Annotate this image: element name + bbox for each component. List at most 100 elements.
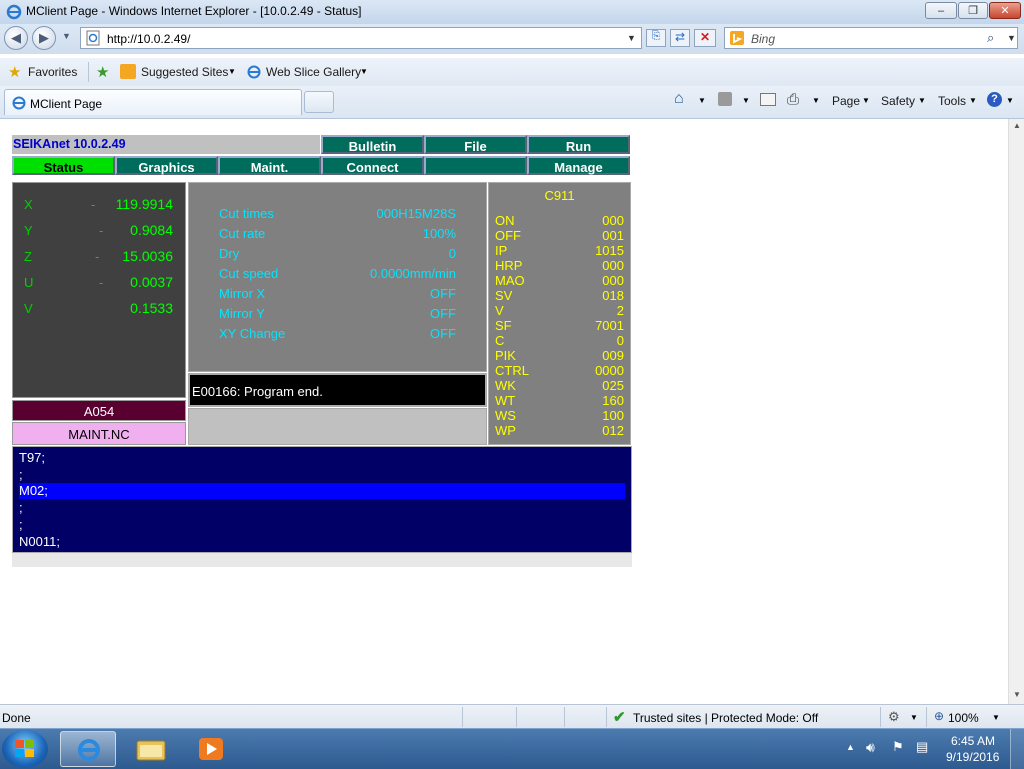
- action-center-icon[interactable]: ⚑: [892, 739, 904, 755]
- history-dropdown-icon[interactable]: ▼: [62, 31, 71, 41]
- security-zone[interactable]: Trusted sites | Protected Mode: Off: [633, 711, 818, 725]
- blank-panel: [188, 408, 487, 445]
- menu-maint-button[interactable]: Maint.: [218, 156, 321, 175]
- start-button[interactable]: [2, 730, 48, 768]
- cut-row: Mirror Y OFF: [189, 305, 486, 325]
- protected-mode-dropdown-icon[interactable]: ▼: [910, 713, 918, 722]
- menu-empty-button[interactable]: [424, 156, 527, 175]
- protected-mode-icon[interactable]: ⚙: [888, 709, 900, 725]
- tools-dropdown-icon[interactable]: ▼: [969, 96, 977, 105]
- zoom-icon[interactable]: ⊕: [934, 709, 944, 723]
- cut-label: Cut rate: [219, 226, 266, 241]
- axis-label: V: [24, 301, 33, 316]
- menu-manage-button[interactable]: Manage: [527, 156, 630, 175]
- safety-menu[interactable]: Safety: [881, 94, 915, 108]
- condition-row: WK 025: [489, 378, 630, 393]
- search-dropdown-icon[interactable]: ▼: [1007, 33, 1016, 43]
- add-favorite-icon[interactable]: ★: [96, 63, 109, 81]
- menu-bulletin-button[interactable]: Bulletin: [321, 135, 424, 154]
- taskbar-internet-explorer[interactable]: [60, 731, 116, 767]
- safety-dropdown-icon[interactable]: ▼: [918, 96, 926, 105]
- page-dropdown-icon[interactable]: ▼: [862, 96, 870, 105]
- code-line-current: M02;: [19, 483, 625, 499]
- address-dropdown-icon[interactable]: ▼: [627, 33, 636, 43]
- menu-file-button[interactable]: File: [424, 135, 527, 154]
- refresh-button[interactable]: ⇄: [670, 29, 690, 47]
- tools-menu[interactable]: Tools: [938, 94, 966, 108]
- scroll-up-icon[interactable]: ▲: [1013, 121, 1021, 130]
- ie-taskbar-icon: [78, 739, 100, 761]
- help-icon[interactable]: ?: [987, 92, 1002, 107]
- page-icon: [86, 30, 100, 46]
- taskbar-media-player[interactable]: [184, 731, 240, 767]
- axis-label: Z: [24, 249, 32, 264]
- cut-row: Mirror X OFF: [189, 285, 486, 305]
- new-tab-button[interactable]: [304, 91, 334, 113]
- web-slice-icon: [247, 65, 261, 79]
- divider: [88, 62, 89, 82]
- show-hidden-icons-icon[interactable]: ▲: [846, 742, 855, 752]
- menu-run-button[interactable]: Run: [527, 135, 630, 154]
- zoom-level[interactable]: 100%: [948, 711, 979, 725]
- axis-label: Y: [24, 223, 33, 238]
- divider: [926, 707, 927, 727]
- web-slice-dropdown-icon[interactable]: ▼: [360, 67, 368, 76]
- zoom-dropdown-icon[interactable]: ▼: [992, 713, 1000, 722]
- stop-button[interactable]: ✕: [694, 29, 716, 47]
- search-placeholder[interactable]: Bing: [751, 32, 775, 46]
- taskbar-explorer[interactable]: [122, 731, 178, 767]
- menu-connect-button[interactable]: Connect: [321, 156, 424, 175]
- back-button[interactable]: ◀: [4, 26, 28, 50]
- suggested-sites-link[interactable]: Suggested Sites: [141, 65, 228, 79]
- condition-row: IP 1015: [489, 243, 630, 258]
- address-url[interactable]: http://10.0.2.49/: [107, 32, 190, 46]
- search-box[interactable]: Bing ⌕ ▼: [724, 27, 1018, 49]
- favorites-star-icon: ★: [8, 64, 22, 81]
- tab-mclient-page[interactable]: MClient Page: [4, 89, 302, 115]
- print-dropdown-icon[interactable]: ▼: [812, 96, 820, 105]
- help-dropdown-icon[interactable]: ▼: [1006, 96, 1014, 105]
- condition-row: PIK 009: [489, 348, 630, 363]
- forward-button[interactable]: ▶: [32, 26, 56, 50]
- menu-status-button[interactable]: Status: [12, 156, 115, 175]
- vertical-scrollbar[interactable]: ▲ ▼: [1008, 119, 1024, 704]
- condition-label: HRP: [495, 258, 523, 273]
- clock-time[interactable]: 6:45 AM: [951, 734, 995, 748]
- search-icon[interactable]: ⌕: [987, 30, 994, 46]
- condition-label: SF: [495, 318, 512, 333]
- page-menu[interactable]: Page: [832, 94, 860, 108]
- condition-value: 001: [602, 228, 624, 243]
- cut-row: XY Change OFF: [189, 325, 486, 345]
- title-bar: MClient Page - Windows Internet Explorer…: [0, 0, 1024, 25]
- code-line: ;: [19, 500, 23, 515]
- bing-logo-icon: [730, 31, 744, 45]
- show-desktop-button[interactable]: [1010, 729, 1024, 769]
- condition-value: 025: [602, 378, 624, 393]
- home-icon[interactable]: ⌂: [674, 90, 684, 108]
- ie-logo-icon: [6, 4, 22, 20]
- address-bar[interactable]: http://10.0.2.49/ ▼: [80, 27, 642, 49]
- window-title: MClient Page - Windows Internet Explorer…: [26, 4, 362, 18]
- compatibility-view-button[interactable]: ⎘: [646, 29, 666, 47]
- feeds-dropdown-icon[interactable]: ▼: [742, 96, 750, 105]
- read-mail-icon[interactable]: [760, 93, 776, 106]
- suggested-sites-dropdown-icon[interactable]: ▼: [228, 67, 236, 76]
- condition-value: 000: [602, 258, 624, 273]
- scroll-down-icon[interactable]: ▼: [1013, 690, 1021, 699]
- cut-label: Cut speed: [219, 266, 279, 281]
- clock-date[interactable]: 9/19/2016: [946, 750, 999, 764]
- media-player-icon: [199, 738, 223, 760]
- volume-icon[interactable]: 🔊︎: [866, 739, 875, 756]
- close-window-button[interactable]: ✕: [989, 2, 1021, 19]
- home-dropdown-icon[interactable]: ▼: [698, 96, 706, 105]
- minimize-button[interactable]: –: [925, 2, 957, 19]
- print-icon[interactable]: ⎙: [787, 91, 799, 108]
- axis-value: 119.9914: [115, 196, 173, 212]
- favorites-button[interactable]: Favorites: [28, 65, 77, 79]
- feeds-icon[interactable]: [718, 92, 732, 106]
- web-slice-gallery-link[interactable]: Web Slice Gallery: [266, 65, 361, 79]
- maximize-button[interactable]: ❐: [958, 2, 988, 19]
- network-icon[interactable]: ▤: [916, 739, 928, 755]
- condition-row: OFF 001: [489, 228, 630, 243]
- menu-graphics-button[interactable]: Graphics: [115, 156, 218, 175]
